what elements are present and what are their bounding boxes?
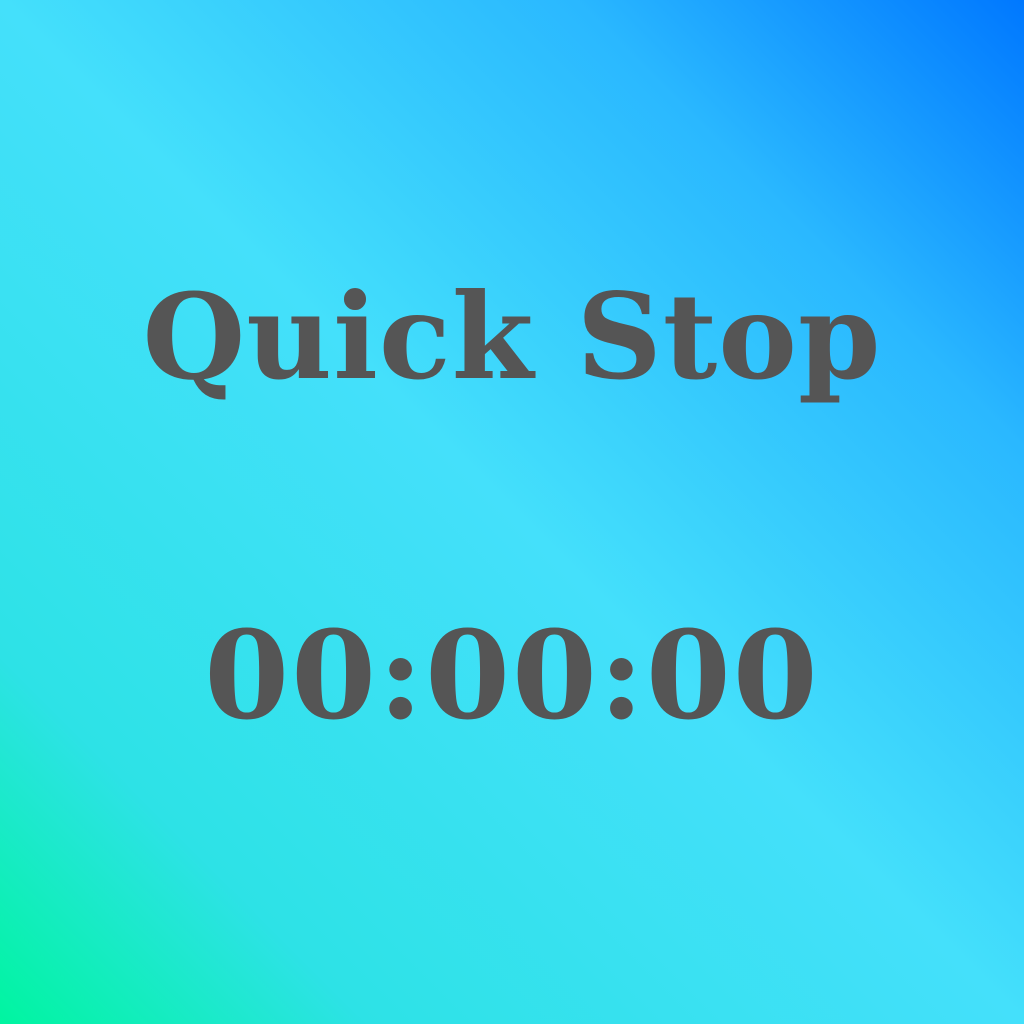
app-title: Quick Stop [142, 267, 882, 406]
timer-display[interactable]: 00:00:00 [0, 600, 1024, 750]
stopwatch-screen: Quick Stop 00:00:00 [0, 0, 1024, 1024]
